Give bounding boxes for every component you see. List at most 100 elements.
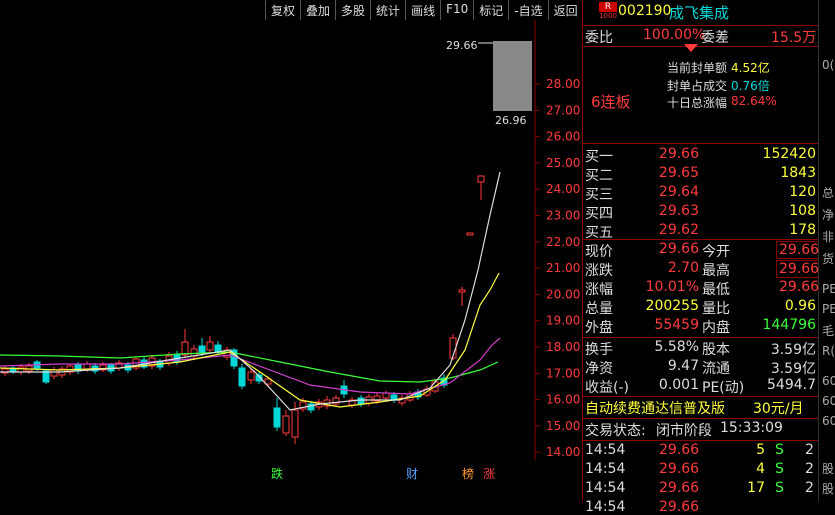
bid-price: 29.66: [658, 146, 699, 162]
price-tick-label: 19.00: [546, 314, 580, 328]
stock-name[interactable]: 成飞集成: [669, 2, 729, 23]
edge-text: 毛: [822, 324, 835, 338]
seal-share-value: 0.76倍: [731, 79, 770, 93]
divider-wei: [583, 46, 818, 47]
pe-value: 5494.7: [767, 377, 816, 393]
capital-value: 3.59亿: [770, 342, 816, 358]
divider-quote: [583, 337, 818, 338]
price-tick-label: 18.00: [546, 340, 580, 354]
kline-svg[interactable]: 28.00 27.00 26.00 25.00 24.00 23.00 22.00 21.00…: [0, 0, 582, 501]
tick-count: 2: [805, 442, 814, 458]
promo-link[interactable]: 自动续费通达信普及版: [585, 398, 725, 418]
tick-price: 29.66: [659, 461, 700, 477]
change-value: 2.70: [667, 260, 699, 276]
range-high-label: 29.66: [446, 39, 478, 52]
kline-chart[interactable]: 28.00 27.00 26.00 25.00 24.00 23.00 22.00 21.00…: [0, 0, 582, 501]
toolbar-watchlist-button[interactable]: -自选: [508, 0, 547, 20]
low-value: 29.66: [779, 279, 820, 295]
edge-text: 股: [822, 482, 835, 496]
tick-side: S: [775, 442, 784, 458]
price-tick-label: 15.00: [546, 419, 580, 433]
edge-text: 股: [822, 462, 835, 476]
float-label: 流通: [702, 361, 730, 377]
clipped-side-panel: 0( 总 净 非 货 PE PE 毛 R( 60 60 60 股 股: [818, 0, 835, 501]
badge-top: R: [599, 2, 617, 12]
tick-price: 29.66: [659, 480, 700, 496]
tick-time: 14:54: [585, 480, 626, 496]
bid-price: 29.64: [658, 184, 699, 200]
float-value: 3.59亿: [770, 361, 816, 377]
seal-share-label: 封单占成交: [667, 79, 728, 93]
price-tick-label: 17.00: [546, 366, 580, 380]
streak-label: 6连板: [591, 93, 631, 111]
inner-label: 内盘: [702, 320, 730, 336]
pct-value: 10.01%: [645, 279, 699, 295]
range-box: [493, 41, 532, 111]
edge-text: 非: [822, 230, 835, 244]
price-tick-label: 22.00: [546, 235, 580, 249]
trade-status-value: 闭市阶段: [656, 423, 712, 439]
candle-body: [273, 407, 281, 428]
price-tick-label: 20.00: [546, 287, 580, 301]
tick-time: 14:54: [585, 461, 626, 477]
promo-price[interactable]: 30元/月: [753, 398, 804, 418]
candle-body: [214, 344, 222, 353]
bid-volume: 1843: [780, 165, 816, 181]
bid-label: 买四: [585, 206, 613, 222]
candle-body: [477, 175, 485, 183]
outer-value: 55459: [654, 317, 699, 333]
candle-body: [466, 232, 474, 236]
bid-volume: 108: [789, 203, 816, 219]
now-value: 29.66: [658, 241, 699, 257]
bid-price: 29.63: [658, 203, 699, 219]
net-asset-value: 9.47: [667, 358, 699, 374]
high-value: 29.66: [776, 260, 823, 278]
toolbar-f10-button[interactable]: F10: [440, 0, 473, 20]
candle-body: [42, 370, 50, 383]
tick-price: 29.66: [659, 499, 700, 515]
chart-toolbar: 复权 叠加 多股 统计 画线 F10 标记 -自选 返回: [265, 0, 583, 20]
edge-text: 净: [822, 208, 835, 222]
price-tick-label: 25.00: [546, 156, 580, 170]
toolbar-multi-stock-button[interactable]: 多股: [335, 0, 370, 20]
price-tick-label: 26.00: [546, 130, 580, 144]
bid-label: 买一: [585, 149, 613, 165]
toolbar-mark-button[interactable]: 标记: [473, 0, 508, 20]
candle-body: [206, 341, 214, 351]
toolbar-overlay-button[interactable]: 叠加: [300, 0, 335, 20]
toolbar-stats-button[interactable]: 统计: [370, 0, 405, 20]
outer-label: 外盘: [585, 320, 613, 336]
weicha-value: 15.5万: [771, 30, 817, 46]
turnover-value: 5.58%: [654, 339, 699, 355]
tick-volume: 5: [756, 442, 765, 458]
stock-code: 002190: [618, 3, 672, 19]
weicha-label: 委差: [701, 30, 729, 46]
trade-status-time: 15:33:09: [720, 420, 783, 436]
candle-body: [247, 371, 255, 381]
limit-up-icon: [684, 44, 698, 52]
turnover-label: 换手: [585, 342, 613, 358]
change-label: 涨跌: [585, 263, 613, 279]
candle-body: [17, 366, 25, 373]
toolbar-back-button[interactable]: 返回: [547, 0, 583, 20]
ten-day-label: 十日总涨幅: [667, 96, 728, 110]
candle-body: [83, 363, 91, 370]
ma-yellow-line: [0, 272, 500, 408]
toolbar-draw-button[interactable]: 画线: [405, 0, 440, 20]
tick-side: S: [775, 461, 784, 477]
capital-label: 股本: [702, 342, 730, 358]
bid-label: 买三: [585, 187, 613, 203]
badge-bottom: 1000: [599, 12, 617, 20]
candle-body: [238, 367, 246, 387]
price-tick-label: 23.00: [546, 209, 580, 223]
divider-promo: [583, 396, 818, 397]
candle-body: [357, 397, 365, 405]
candle-body: [198, 345, 206, 353]
edge-text: 总: [822, 186, 835, 200]
quote-panel: R 1000 002190 成飞集成 委比 100.00% 委差 15.5万 6…: [583, 0, 823, 515]
volume-ratio-label: 量比: [702, 301, 730, 317]
tick-time: 14:54: [585, 499, 626, 515]
edge-text: R(: [822, 344, 835, 358]
bid-volume: 152420: [762, 146, 816, 162]
toolbar-fuquan-button[interactable]: 复权: [265, 0, 300, 20]
